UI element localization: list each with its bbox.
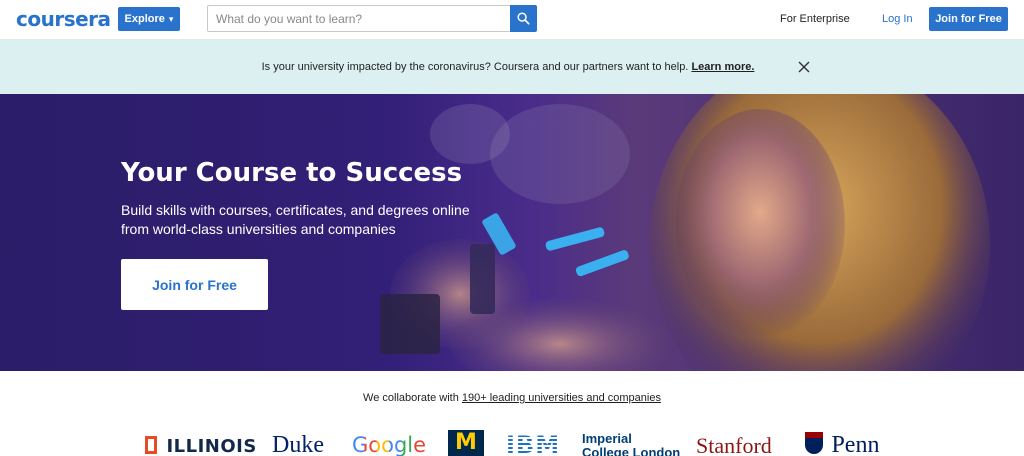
for-enterprise-link[interactable]: For Enterprise: [780, 13, 850, 25]
collaboration-prefix: We collaborate with: [363, 392, 459, 404]
penn-wordmark: Penn: [831, 432, 880, 456]
hero-subtitle: Build skills with courses, certificates,…: [121, 202, 470, 237]
banner-text: Is your university impacted by the coron…: [261, 61, 689, 73]
michigan-block-m: M: [455, 430, 477, 455]
hero-title: Your Course to Success: [121, 158, 463, 188]
collaboration-text: We collaborate with 190+ leading univers…: [0, 392, 1024, 404]
hero-join-button[interactable]: Join for Free: [121, 259, 268, 310]
illinois-wordmark: ILLINOIS: [166, 436, 257, 456]
explore-label: Explore: [124, 13, 165, 25]
stanford-logo[interactable]: Stanford: [696, 433, 772, 456]
search-input[interactable]: [207, 5, 511, 32]
hero-section: Your Course to Success Build skills with…: [0, 94, 1024, 371]
chevron-down-icon: ▾: [168, 13, 174, 24]
partners-link[interactable]: 190+ leading universities and companies: [462, 392, 661, 404]
close-icon[interactable]: [797, 60, 811, 74]
google-wordmark: Google: [352, 433, 427, 456]
penn-logo[interactable]: Penn: [805, 432, 879, 456]
search-icon: [517, 12, 530, 25]
search-button[interactable]: [510, 5, 537, 32]
explore-button[interactable]: Explore ▾: [118, 7, 180, 31]
michigan-logo[interactable]: M: [448, 430, 484, 456]
illinois-mark-icon: [145, 436, 157, 454]
illinois-logo[interactable]: ILLINOIS: [145, 436, 257, 456]
learn-more-link[interactable]: Learn more.: [691, 61, 754, 73]
duke-logo[interactable]: Duke: [272, 432, 324, 456]
partner-logos: ILLINOIS Duke Google M IBM Imperial Coll…: [0, 430, 1024, 456]
join-for-free-button[interactable]: Join for Free: [929, 7, 1008, 31]
coursera-logo[interactable]: coursera: [16, 7, 111, 31]
imperial-logo[interactable]: Imperial College London: [582, 432, 682, 456]
ibm-wordmark: IBM: [506, 431, 560, 456]
penn-shield-icon: [805, 432, 823, 454]
announcement-banner: Is your university impacted by the coron…: [0, 40, 1024, 94]
top-navigation: coursera Explore ▾ For Enterprise Log In…: [0, 0, 1024, 40]
google-logo[interactable]: Google: [352, 433, 426, 456]
banner-message: Is your university impacted by the coron…: [0, 61, 1016, 73]
ibm-logo[interactable]: IBM: [506, 431, 560, 456]
login-link[interactable]: Log In: [882, 13, 913, 25]
